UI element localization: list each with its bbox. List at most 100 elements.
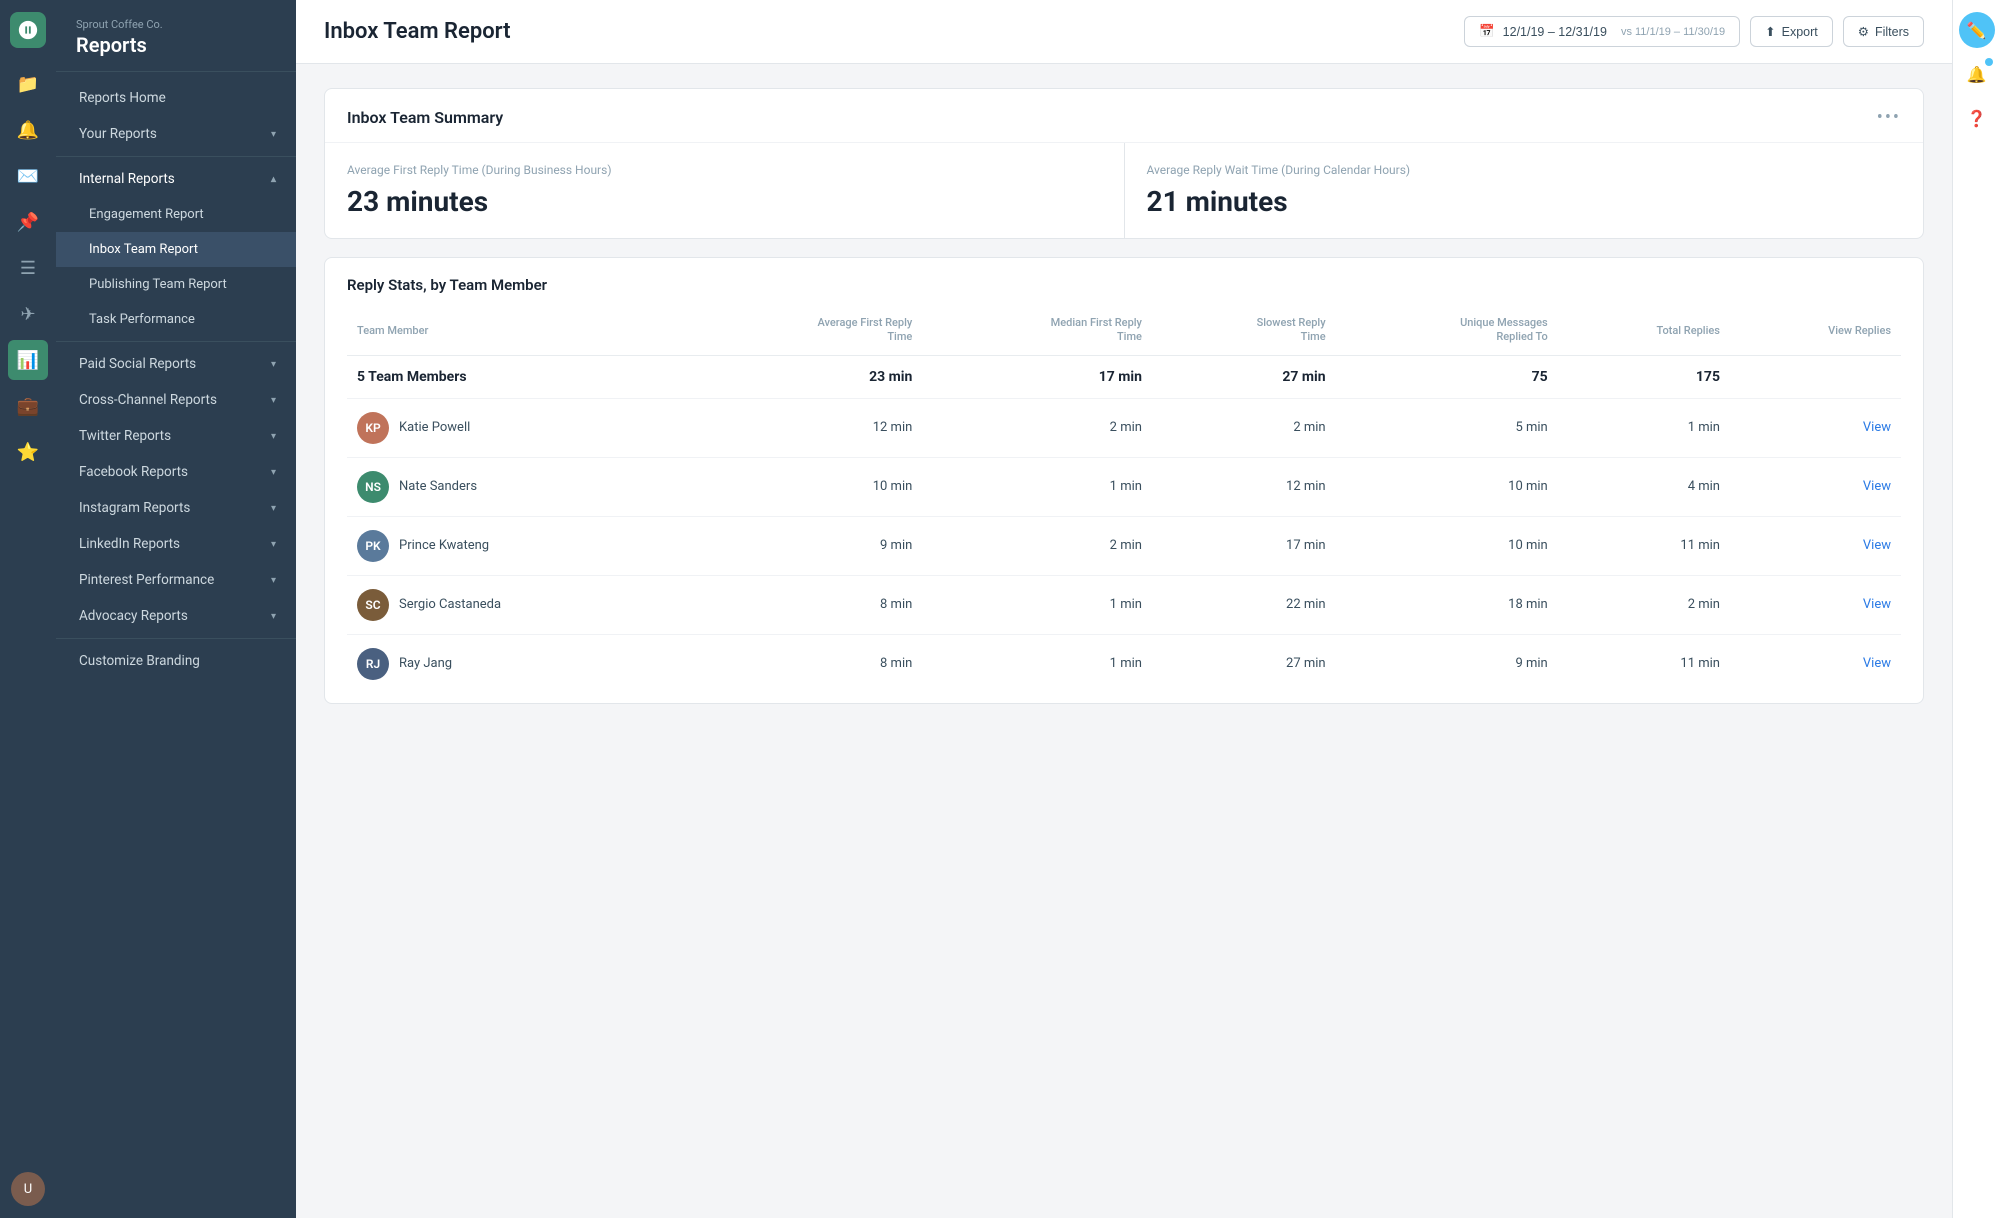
chevron-down-icon-7: ▾	[271, 539, 276, 550]
col-header-view-replies: View Replies	[1730, 310, 1901, 355]
help-button[interactable]: ❓	[1959, 100, 1995, 136]
col-header-avg-first-reply: Average First ReplyTime	[685, 310, 922, 355]
sidebar-item-advocacy-reports[interactable]: Advocacy Reports ▾	[56, 598, 296, 634]
user-avatar[interactable]: U	[11, 1172, 45, 1206]
nav-icon-send[interactable]: ✈	[8, 294, 48, 334]
table-row: SCSergio Castaneda8 min1 min22 min18 min…	[347, 575, 1901, 634]
view-replies-link-0[interactable]: View	[1863, 420, 1891, 435]
unique_messages-1: 10 min	[1336, 457, 1558, 516]
main-wrapper: Inbox Team Report 📅 12/1/19 – 12/31/19 v…	[296, 0, 1952, 1218]
avatar: NS	[357, 471, 389, 503]
median_first_reply-4: 1 min	[922, 634, 1152, 693]
topbar: Inbox Team Report 📅 12/1/19 – 12/31/19 v…	[296, 0, 1952, 64]
table-header-row: Team Member Average First ReplyTime Medi…	[347, 310, 1901, 355]
col-header-member: Team Member	[347, 310, 685, 355]
sidebar-item-paid-social-reports[interactable]: Paid Social Reports ▾	[56, 346, 296, 382]
sidebar-item-pinterest-performance[interactable]: Pinterest Performance ▾	[56, 562, 296, 598]
nav-separator-3	[56, 638, 296, 639]
filters-button[interactable]: ⚙ Filters	[1843, 16, 1924, 47]
metric-label-wait-time: Average Reply Wait Time (During Calendar…	[1147, 163, 1902, 177]
slowest_reply-4: 27 min	[1152, 634, 1336, 693]
avatar: RJ	[357, 648, 389, 680]
chevron-down-icon-2: ▾	[271, 359, 276, 370]
total_replies-2: 11 min	[1558, 516, 1730, 575]
filters-label: Filters	[1875, 25, 1909, 39]
nav-icon-alert[interactable]: 🔔	[8, 110, 48, 150]
sidebar-item-reports-home[interactable]: Reports Home	[56, 80, 296, 116]
chevron-down-icon-6: ▾	[271, 503, 276, 514]
sidebar-item-facebook-reports[interactable]: Facebook Reports ▾	[56, 454, 296, 490]
export-button[interactable]: ⬆ Export	[1750, 16, 1833, 47]
table-row: KPKatie Powell12 min2 min2 min5 min1 min…	[347, 398, 1901, 457]
col-header-slowest-reply: Slowest ReplyTime	[1152, 310, 1336, 355]
view-replies-link-3[interactable]: View	[1863, 597, 1891, 612]
sidebar-item-instagram-reports[interactable]: Instagram Reports ▾	[56, 490, 296, 526]
sidebar-item-engagement-report[interactable]: Engagement Report	[56, 197, 296, 232]
chevron-up-icon: ▴	[271, 174, 276, 185]
member-cell-4: RJ Ray Jang	[347, 634, 685, 693]
nav-icon-list[interactable]: ☰	[8, 248, 48, 288]
sidebar-item-linkedin-reports[interactable]: LinkedIn Reports ▾	[56, 526, 296, 562]
app-title: Reports	[76, 33, 276, 57]
nav-icon-inbox[interactable]: ✉️	[8, 156, 48, 196]
chevron-down-icon-3: ▾	[271, 395, 276, 406]
chevron-down-icon-9: ▾	[271, 611, 276, 622]
slowest_reply-3: 22 min	[1152, 575, 1336, 634]
date-range-vs: vs 11/1/19 – 11/30/19	[1621, 26, 1725, 38]
avg_first_reply-3: 8 min	[685, 575, 922, 634]
company-name: Sprout Coffee Co.	[76, 18, 276, 31]
summary-card: Inbox Team Summary ••• Average First Rep…	[324, 88, 1924, 239]
metric-cell-first-reply: Average First Reply Time (During Busines…	[325, 143, 1125, 238]
nav-icon-chart[interactable]: 📊	[8, 340, 48, 380]
sidebar-item-cross-channel-reports[interactable]: Cross-Channel Reports ▾	[56, 382, 296, 418]
table-title: Reply Stats, by Team Member	[347, 276, 1901, 294]
member-name: Katie Powell	[399, 420, 470, 435]
member-name: Ray Jang	[399, 656, 452, 671]
notifications-button[interactable]: 🔔	[1959, 56, 1995, 92]
total_replies-3: 2 min	[1558, 575, 1730, 634]
metrics-row: Average First Reply Time (During Busines…	[325, 143, 1923, 238]
sidebar-item-twitter-reports[interactable]: Twitter Reports ▾	[56, 418, 296, 454]
summary-view-replies	[1730, 355, 1901, 398]
export-label: Export	[1782, 25, 1818, 39]
table-summary-row: 5 Team Members 23 min 17 min 27 min 75 1…	[347, 355, 1901, 398]
view-replies-link-4[interactable]: View	[1863, 656, 1891, 671]
metric-label-first-reply: Average First Reply Time (During Busines…	[347, 163, 1102, 177]
metric-value-wait-time: 21 minutes	[1147, 185, 1902, 218]
nav-icon-briefcase[interactable]: 💼	[8, 386, 48, 426]
metric-value-first-reply: 23 minutes	[347, 185, 1102, 218]
nav-icon-pin[interactable]: 📌	[8, 202, 48, 242]
nav-icon-star[interactable]: ⭐	[8, 432, 48, 472]
sidebar-item-inbox-team-report[interactable]: Inbox Team Report	[56, 232, 296, 267]
edit-button[interactable]: ✏️	[1959, 12, 1995, 48]
right-rail: ✏️ 🔔 ❓	[1952, 0, 2000, 1218]
unique_messages-2: 10 min	[1336, 516, 1558, 575]
filters-icon: ⚙	[1858, 24, 1869, 39]
table-section: Reply Stats, by Team Member Team Member …	[325, 258, 1923, 703]
sidebar-item-your-reports[interactable]: Your Reports ▾	[56, 116, 296, 152]
unique_messages-3: 18 min	[1336, 575, 1558, 634]
summary-slowest-reply: 27 min	[1152, 355, 1336, 398]
date-range-button[interactable]: 📅 12/1/19 – 12/31/19 vs 11/1/19 – 11/30/…	[1464, 16, 1740, 47]
chevron-down-icon-8: ▾	[271, 575, 276, 586]
unique_messages-4: 9 min	[1336, 634, 1558, 693]
summary-member: 5 Team Members	[347, 355, 685, 398]
avg_first_reply-1: 10 min	[685, 457, 922, 516]
summary-total-replies: 175	[1558, 355, 1730, 398]
sidebar-item-customize-branding[interactable]: Customize Branding	[56, 643, 296, 679]
view-replies-link-1[interactable]: View	[1863, 479, 1891, 494]
median_first_reply-3: 1 min	[922, 575, 1152, 634]
sidebar-item-internal-reports[interactable]: Internal Reports ▴	[56, 161, 296, 197]
nav-separator-2	[56, 341, 296, 342]
more-options-button[interactable]: •••	[1877, 107, 1901, 128]
sidebar-item-task-performance[interactable]: Task Performance	[56, 302, 296, 337]
metric-cell-wait-time: Average Reply Wait Time (During Calendar…	[1125, 143, 1924, 238]
nav-icon-folder[interactable]: 📁	[8, 64, 48, 104]
avatar: KP	[357, 412, 389, 444]
sidebar-item-publishing-team-report[interactable]: Publishing Team Report	[56, 267, 296, 302]
date-range-value: 12/1/19 – 12/31/19	[1503, 25, 1607, 39]
table-row: RJRay Jang8 min1 min27 min9 min11 minVie…	[347, 634, 1901, 693]
chevron-down-icon: ▾	[271, 129, 276, 140]
view-replies-link-2[interactable]: View	[1863, 538, 1891, 553]
notification-badge	[1985, 58, 1993, 66]
